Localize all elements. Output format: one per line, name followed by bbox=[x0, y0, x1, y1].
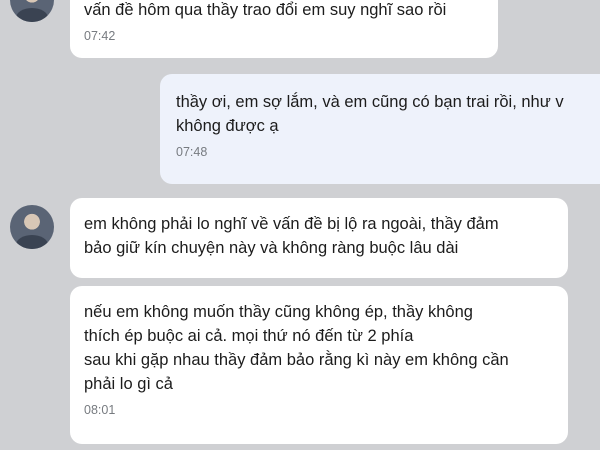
message-text: nếu em không muốn thầy cũng không ép, th… bbox=[84, 303, 473, 321]
message-text: vấn đề hôm qua thầy trao đổi em suy nghĩ… bbox=[84, 1, 447, 19]
message-text: không được ạ bbox=[176, 117, 279, 135]
message-bubble-incoming[interactable]: nếu em không muốn thầy cũng không ép, th… bbox=[70, 286, 568, 444]
message-bubble-incoming[interactable]: vấn đề hôm qua thầy trao đổi em suy nghĩ… bbox=[70, 0, 498, 58]
contact-avatar[interactable] bbox=[10, 0, 54, 22]
message-time: 07:48 bbox=[176, 145, 208, 159]
message-time: 07:42 bbox=[84, 29, 116, 43]
chat-conversation: vấn đề hôm qua thầy trao đổi em suy nghĩ… bbox=[0, 0, 600, 450]
message-text: sau khi gặp nhau thầy đảm bảo rằng kì nà… bbox=[84, 351, 509, 369]
message-text: phải lo gì cả bbox=[84, 375, 173, 393]
contact-avatar[interactable] bbox=[10, 205, 54, 249]
message-text: thích ép buộc ai cả. mọi thứ nó đến từ 2… bbox=[84, 327, 414, 345]
message-text: thầy ơi, em sợ lắm, và em cũng có bạn tr… bbox=[176, 93, 564, 111]
message-text: em không phải lo nghĩ về vấn đề bị lộ ra… bbox=[84, 215, 499, 233]
message-time: 08:01 bbox=[84, 403, 116, 417]
message-bubble-incoming[interactable]: em không phải lo nghĩ về vấn đề bị lộ ra… bbox=[70, 198, 568, 278]
message-text: bảo giữ kín chuyện này và không ràng buộ… bbox=[84, 239, 459, 257]
message-bubble-outgoing[interactable]: thầy ơi, em sợ lắm, và em cũng có bạn tr… bbox=[160, 74, 600, 184]
